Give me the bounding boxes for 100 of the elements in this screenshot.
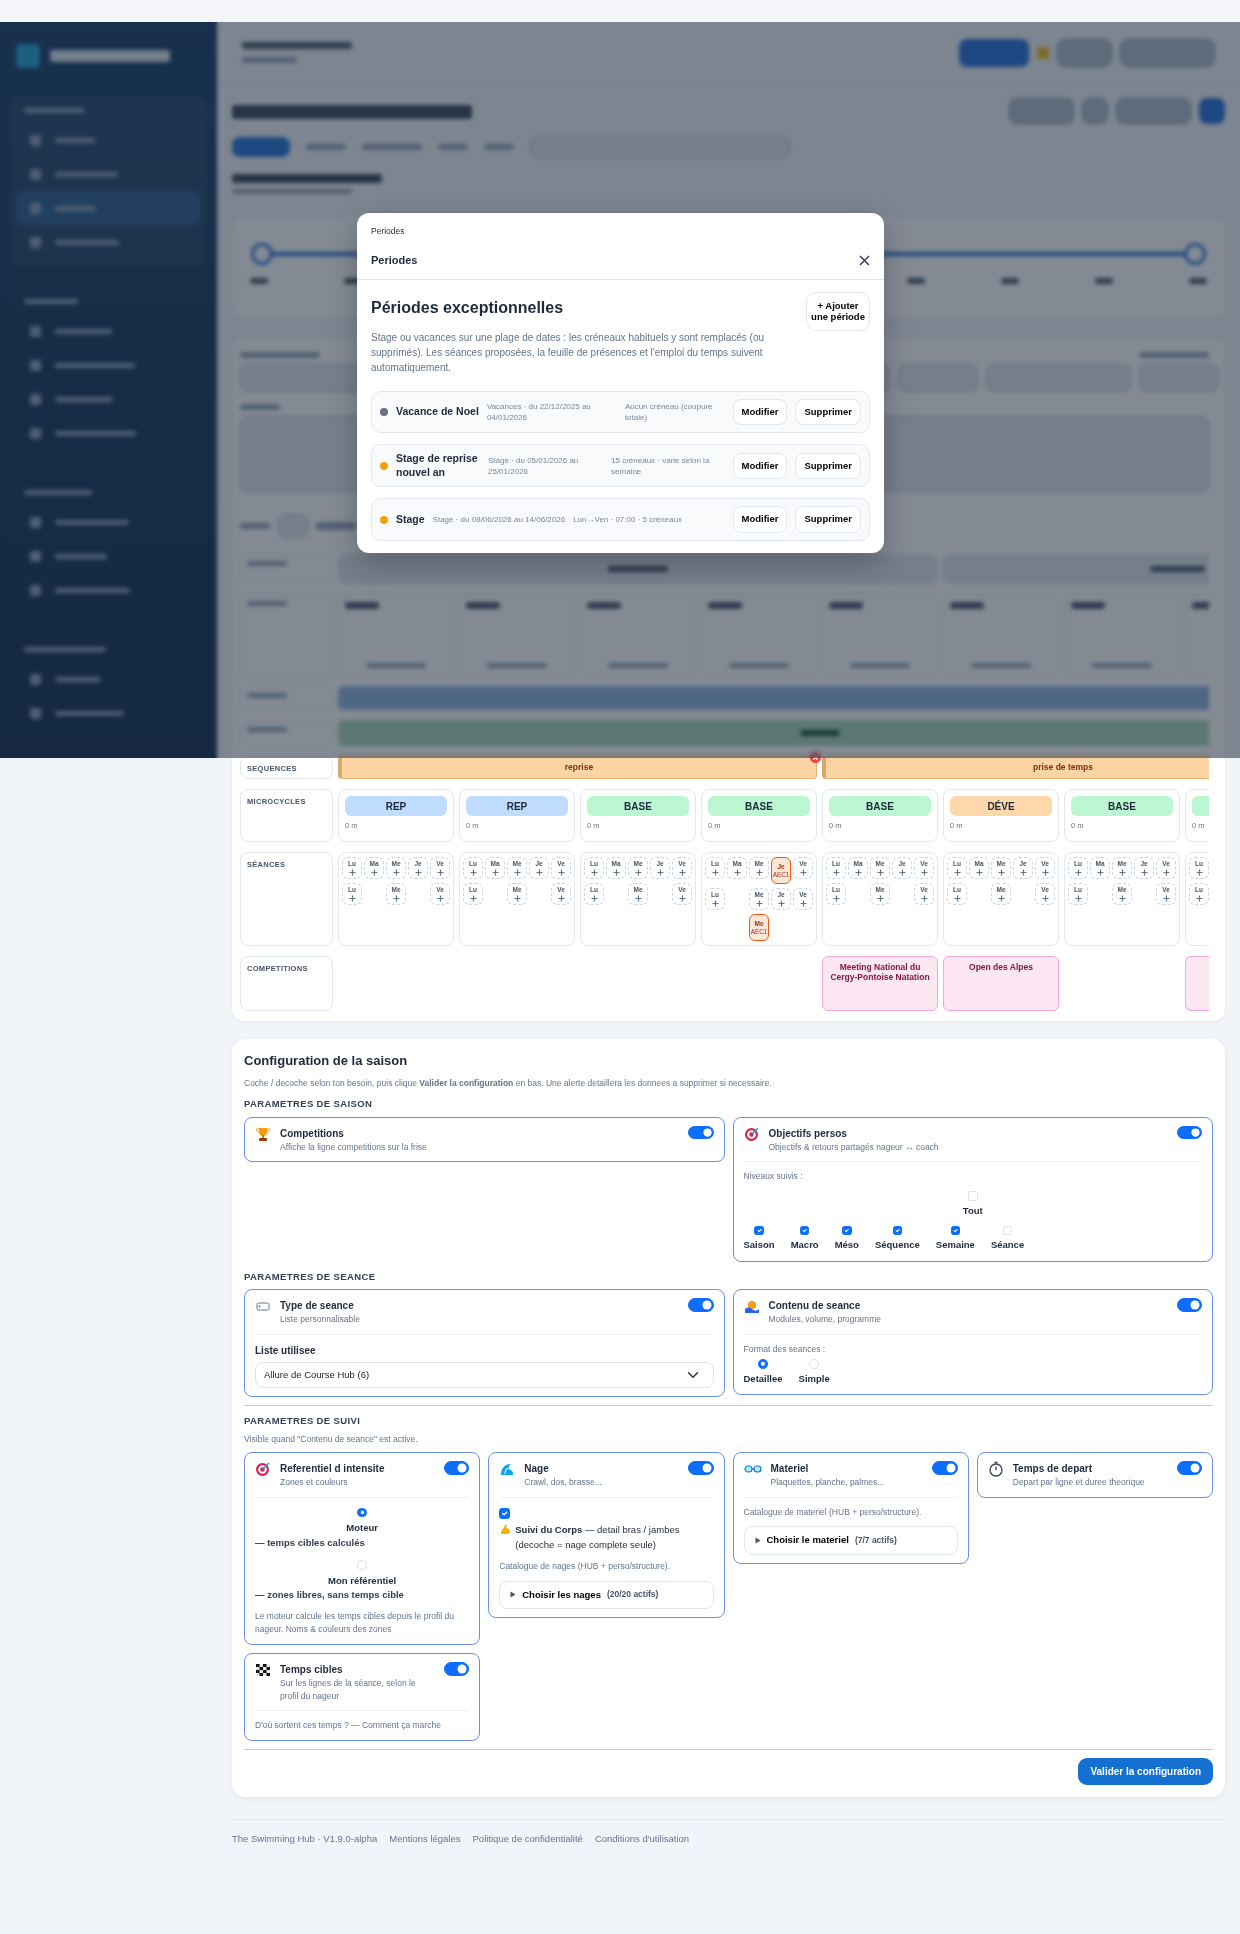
checkbox[interactable] <box>799 1225 810 1236</box>
checkbox[interactable] <box>892 1225 903 1236</box>
edit-button[interactable]: Modifier <box>732 452 788 479</box>
placeholder-bar <box>366 663 426 668</box>
plus-icon <box>755 899 763 907</box>
section-heading: PARAMETRES DE SUIVI <box>244 1413 362 1428</box>
range-handle[interactable] <box>1184 243 1206 265</box>
stopwatch-icon <box>987 1460 1004 1477</box>
plus-icon <box>832 868 840 876</box>
plus-icon <box>876 868 884 876</box>
footer-link[interactable]: Mentions légales <box>389 1832 461 1847</box>
plus-icon <box>348 894 356 902</box>
edit-button[interactable]: Modifier <box>732 398 788 426</box>
delete-button[interactable]: Supprimer <box>795 398 861 426</box>
remove-icon[interactable] <box>810 752 821 763</box>
edit-button[interactable]: Modifier <box>732 506 788 533</box>
placeholder-bar <box>1009 98 1074 124</box>
picker-button[interactable]: Choisir le materiel (7/7 actifs) <box>743 1526 958 1555</box>
plus-icon <box>436 868 444 876</box>
microcycle-tag: REP <box>466 796 568 816</box>
field-label: Format des seances : <box>743 1342 827 1356</box>
toggle-switch[interactable] <box>1176 1125 1202 1140</box>
field-label: Liste utilisee <box>255 1343 317 1358</box>
checkbox-label: Séquence <box>874 1238 920 1253</box>
checkbox[interactable] <box>499 1508 511 1520</box>
validate-button[interactable]: Valider la configuration <box>1078 1758 1213 1786</box>
toggle-switch[interactable] <box>688 1125 714 1140</box>
placeholder-bar <box>30 673 41 685</box>
plus-icon <box>997 894 1005 902</box>
toggle-switch[interactable] <box>443 1661 470 1676</box>
toggle-switch[interactable] <box>932 1460 958 1475</box>
radio-button[interactable] <box>357 1507 367 1518</box>
picker-button[interactable]: Choisir les nages (20/20 actifs) <box>499 1580 714 1609</box>
radio-label: Detaillee <box>743 1371 783 1386</box>
placeholder-bar <box>30 202 41 214</box>
placeholder-bar <box>30 584 41 596</box>
plus-icon <box>898 868 906 876</box>
footer-link[interactable]: Conditions d'utilisation <box>594 1832 690 1847</box>
placeholder-bar <box>55 396 113 402</box>
plus-icon <box>920 894 928 902</box>
competition-card[interactable]: Meeting National du Cergy-Pontoise Natation <box>822 956 938 1011</box>
placeholder-bar <box>55 710 124 716</box>
placeholder-bar <box>242 57 297 63</box>
period-slots: Lun→Ven · 07:00 · 5 créneaux <box>573 514 683 526</box>
setting-title: Objectifs persos <box>768 1126 848 1141</box>
target-icon <box>255 1460 271 1477</box>
placeholder-bar <box>30 236 41 248</box>
placeholder-bar <box>438 144 468 150</box>
delete-button[interactable]: Supprimer <box>795 506 861 533</box>
placeholder-bar <box>16 44 40 68</box>
placeholder-bar <box>30 707 41 719</box>
placeholder-bar <box>799 730 840 736</box>
add-period-button[interactable]: + Ajouter une période <box>806 291 870 331</box>
setting-subtitle: Zones et couleurs <box>280 1475 349 1489</box>
microcycle-tag: DÉVE <box>950 796 1052 816</box>
placeholder-bar <box>247 601 287 606</box>
plus-icon <box>1195 868 1203 876</box>
placeholder-bar <box>30 427 41 439</box>
range-handle[interactable] <box>251 243 273 265</box>
placeholder-bar <box>1188 278 1207 284</box>
plus-icon <box>348 868 356 876</box>
placeholder-bar <box>240 404 280 410</box>
checkbox[interactable] <box>754 1225 764 1236</box>
setting-subtitle: Liste personnalisable <box>280 1312 361 1326</box>
setting-title: Competitions <box>280 1126 345 1141</box>
toggle-switch[interactable] <box>688 1297 714 1312</box>
radio-description: — temps cibles calculés <box>255 1535 365 1550</box>
checkbox[interactable] <box>842 1225 852 1236</box>
microcycle-tag: BASE <box>1071 796 1173 816</box>
plus-icon <box>1019 868 1027 876</box>
period-dates: Stage · du 08/06/2026 au 14/06/2026 <box>432 514 566 526</box>
placeholder-bar <box>316 522 356 530</box>
placeholder-bar <box>1199 98 1225 124</box>
close-button[interactable] <box>859 254 870 266</box>
placeholder-bar <box>30 393 41 405</box>
plus-icon <box>612 868 620 876</box>
toggle-switch[interactable] <box>1176 1460 1202 1475</box>
placeholder-bar <box>829 602 863 609</box>
placeholder-bar <box>950 602 984 609</box>
placeholder-bar <box>708 602 742 609</box>
placeholder-bar <box>1139 352 1209 358</box>
radio-button[interactable] <box>758 1359 768 1369</box>
competition-card[interactable]: Open des Alpes <box>943 956 1059 1011</box>
plus-icon <box>799 899 807 907</box>
checkbox[interactable] <box>950 1225 961 1236</box>
setting-subtitle: Depart par ligne et duree theorique <box>1012 1475 1146 1489</box>
trophy-icon <box>255 1125 271 1142</box>
setting-title: Contenu de seance <box>768 1298 862 1313</box>
modal-description: Stage ou vacances sur une plage de dates : les créneaux habituels y sont remplacés (ou supprimés). Les séances proposées, la feuille de présences et l'emploi du temps suivent automatiquement. <box>371 330 766 375</box>
delete-button[interactable]: Supprimer <box>795 452 861 479</box>
toggle-switch[interactable] <box>688 1460 714 1475</box>
plus-icon <box>755 868 763 876</box>
toggle-switch[interactable] <box>1176 1297 1202 1312</box>
setting-note: Catalogue de materiel (HUB + perso/structure). <box>743 1505 923 1519</box>
toggle-switch[interactable] <box>443 1460 470 1475</box>
list-select[interactable]: Allure de Course Hub (6) <box>255 1361 714 1388</box>
placeholder-bar <box>55 171 118 177</box>
footer-link[interactable]: Politique de confidentialité <box>472 1832 583 1847</box>
plus-icon <box>733 868 741 876</box>
plus-icon <box>953 894 961 902</box>
